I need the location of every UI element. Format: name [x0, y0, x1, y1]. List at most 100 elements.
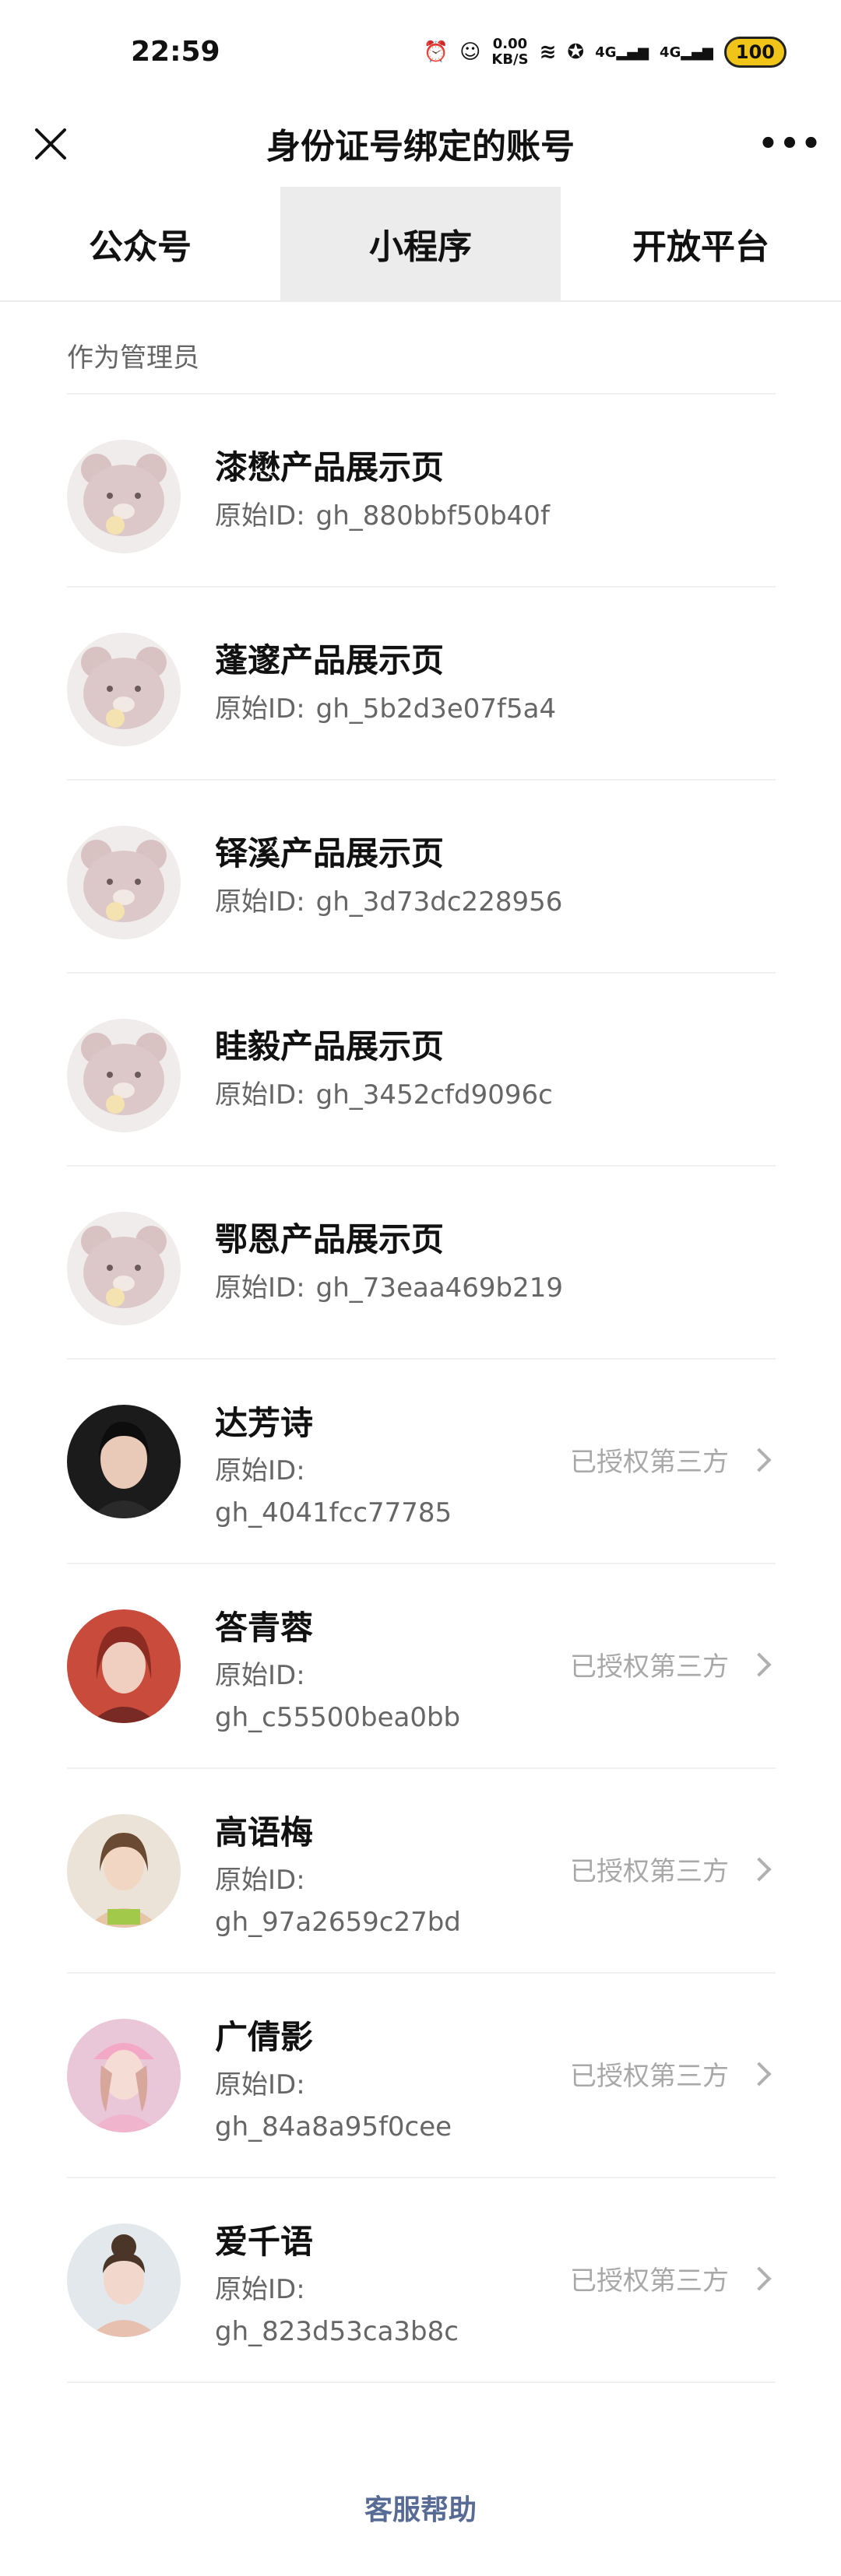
auth-label: 已授权第三方 — [570, 2265, 729, 2297]
list-item[interactable]: 高语梅 原始ID: gh_97a2659c27bd 已授权第三方 — [67, 1767, 776, 1972]
list-divider — [67, 2381, 776, 2383]
network-speed-value: 0.00 — [492, 36, 528, 52]
original-id: 原始ID: gh_3452cfd9096c — [215, 1073, 553, 1111]
original-id-value: gh_4041fcc77785 — [215, 1497, 452, 1528]
chevron-right-icon — [747, 2265, 772, 2291]
signal-label-1: 4G — [595, 44, 617, 61]
bear-avatar — [67, 826, 181, 939]
photo-avatar — [67, 1814, 181, 1928]
hd-icon: ✪ — [567, 40, 585, 64]
original-id: 原始ID: gh_c55500bea0bb — [215, 1655, 460, 1739]
section-header: 作为管理员 — [67, 342, 199, 374]
bear-avatar — [67, 1019, 181, 1132]
more-button[interactable]: ••• — [758, 117, 822, 171]
photo-avatar — [67, 2019, 181, 2132]
original-id-value: gh_880bbf50b40f — [315, 500, 550, 532]
original-id: 原始ID: gh_84a8a95f0cee — [215, 2064, 452, 2148]
original-id: 原始ID: gh_823d53ca3b8c — [215, 2269, 459, 2353]
chevron-right-icon — [747, 1447, 772, 1472]
app-notification-icon: ☺ — [459, 40, 481, 64]
title-bar: 身份证号绑定的账号 ••• — [0, 101, 841, 187]
original-id: 原始ID: gh_5b2d3e07f5a4 — [215, 687, 556, 725]
tab-open-platform[interactable]: 开放平台 — [561, 187, 841, 300]
authorized-third-party[interactable]: 已授权第三方 — [570, 2055, 776, 2093]
original-id-value: gh_c55500bea0bb — [215, 1702, 461, 1733]
list-item[interactable]: 达芳诗 原始ID: gh_4041fcc77785 已授权第三方 — [67, 1358, 776, 1563]
original-id-label: 原始ID: — [215, 693, 305, 725]
auth-label: 已授权第三方 — [570, 1651, 729, 1683]
photo-avatar — [67, 1609, 181, 1723]
original-id-label: 原始ID: — [215, 1079, 305, 1111]
account-name: 达芳诗 — [215, 1404, 314, 1442]
chevron-right-icon — [747, 1651, 772, 1677]
chevron-right-icon — [747, 1856, 772, 1882]
photo-avatar — [67, 1405, 181, 1518]
status-icons: ⏰ ☺ 0.00 KB/S ≋ ✪ 4G▂▄▆ 4G▂▄▆ 100 — [424, 33, 786, 72]
tab-mini-program[interactable]: 小程序 — [280, 187, 561, 300]
account-name: 蓬邃产品展示页 — [215, 641, 445, 679]
list-item[interactable]: 眭毅产品展示页 原始ID: gh_3452cfd9096c — [67, 972, 776, 1165]
network-speed-unit: KB/S — [491, 51, 529, 68]
original-id-value: gh_3452cfd9096c — [315, 1079, 553, 1111]
account-list: 漆懋产品展示页 原始ID: gh_880bbf50b40f 蓬邃产品展示页 原始I… — [67, 393, 776, 2383]
original-id-value: gh_3d73dc228956 — [315, 886, 563, 918]
more-icon: ••• — [758, 126, 823, 162]
page-title: 身份证号绑定的账号 — [266, 127, 575, 167]
chevron-right-icon — [747, 2061, 772, 2086]
original-id: 原始ID: gh_3d73dc228956 — [215, 880, 562, 918]
list-item[interactable]: 答青蓉 原始ID: gh_c55500bea0bb 已授权第三方 — [67, 1563, 776, 1767]
original-id-label: 原始ID: — [215, 1660, 305, 1691]
original-id: 原始ID: gh_4041fcc77785 — [215, 1450, 452, 1534]
authorized-third-party[interactable]: 已授权第三方 — [570, 1645, 776, 1683]
signal-label-2: 4G — [660, 44, 681, 61]
account-name: 高语梅 — [215, 1813, 314, 1851]
original-id-label: 原始ID: — [215, 1455, 305, 1486]
original-id-label: 原始ID: — [215, 1865, 305, 1896]
original-id-value: gh_5b2d3e07f5a4 — [315, 693, 557, 725]
bear-avatar — [67, 440, 181, 553]
status-bar: 22:59 ⏰ ☺ 0.00 KB/S ≋ ✪ 4G▂▄▆ 4G▂▄▆ 100 — [0, 0, 841, 101]
account-name: 广倩影 — [215, 2018, 314, 2056]
tab-bar: 公众号 小程序 开放平台 — [0, 187, 841, 302]
authorized-third-party[interactable]: 已授权第三方 — [570, 2259, 776, 2297]
authorized-third-party[interactable]: 已授权第三方 — [570, 1441, 776, 1479]
original-id-label: 原始ID: — [215, 1272, 305, 1304]
page: 22:59 ⏰ ☺ 0.00 KB/S ≋ ✪ 4G▂▄▆ 4G▂▄▆ 100 — [0, 0, 841, 2576]
bear-avatar — [67, 1212, 181, 1325]
account-name: 爱千语 — [215, 2223, 314, 2261]
photo-avatar — [67, 2223, 181, 2337]
battery-icon: 100 — [723, 37, 786, 68]
tab-official-account[interactable]: 公众号 — [0, 187, 280, 300]
original-id-label: 原始ID: — [215, 2069, 305, 2100]
status-time: 22:59 — [131, 36, 220, 68]
auth-label: 已授权第三方 — [570, 2061, 729, 2092]
original-id-label: 原始ID: — [215, 500, 305, 532]
alarm-icon: ⏰ — [423, 40, 449, 64]
authorized-third-party[interactable]: 已授权第三方 — [570, 1850, 776, 1888]
original-id: 原始ID: gh_73eaa469b219 — [215, 1266, 563, 1304]
network-speed: 0.00 KB/S — [491, 37, 528, 68]
account-name: 鄂恩产品展示页 — [215, 1220, 445, 1258]
list-item[interactable]: 爱千语 原始ID: gh_823d53ca3b8c 已授权第三方 — [67, 2177, 776, 2381]
list-item[interactable]: 漆懋产品展示页 原始ID: gh_880bbf50b40f — [67, 393, 776, 586]
wifi-icon: ≋ — [539, 40, 557, 64]
signal-icon-1: 4G▂▄▆ — [595, 44, 649, 61]
list-item[interactable]: 鄂恩产品展示页 原始ID: gh_73eaa469b219 — [67, 1165, 776, 1358]
list-item[interactable]: 蓬邃产品展示页 原始ID: gh_5b2d3e07f5a4 — [67, 586, 776, 779]
account-name: 眭毅产品展示页 — [215, 1027, 445, 1065]
signal-icon-2: 4G▂▄▆ — [660, 44, 713, 61]
original-id-value: gh_84a8a95f0cee — [215, 2111, 452, 2143]
auth-label: 已授权第三方 — [570, 1856, 729, 1887]
original-id-value: gh_823d53ca3b8c — [215, 2316, 459, 2347]
account-name: 漆懋产品展示页 — [215, 448, 445, 486]
original-id: 原始ID: gh_880bbf50b40f — [215, 494, 550, 532]
bear-avatar — [67, 633, 181, 746]
list-item[interactable]: 铎溪产品展示页 原始ID: gh_3d73dc228956 — [67, 779, 776, 972]
original-id-label: 原始ID: — [215, 2274, 305, 2305]
customer-service-help-link[interactable]: 客服帮助 — [0, 2487, 841, 2528]
original-id-value: gh_73eaa469b219 — [315, 1272, 564, 1304]
original-id-value: gh_97a2659c27bd — [215, 1907, 461, 1938]
auth-label: 已授权第三方 — [570, 1447, 729, 1478]
list-item[interactable]: 广倩影 原始ID: gh_84a8a95f0cee 已授权第三方 — [67, 1972, 776, 2177]
account-name: 铎溪产品展示页 — [215, 834, 445, 872]
